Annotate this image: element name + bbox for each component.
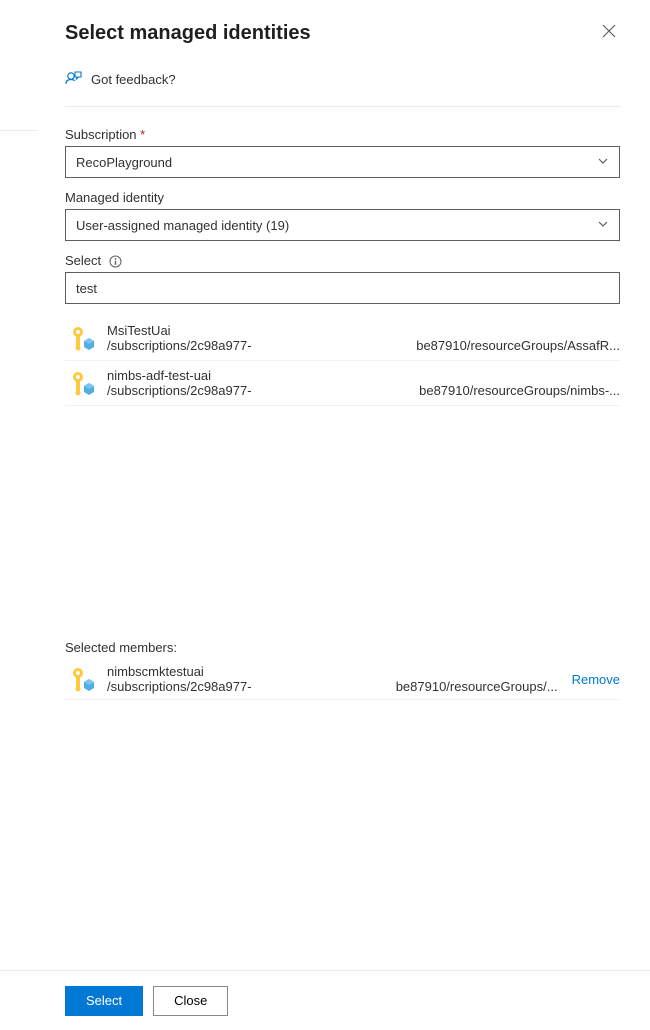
close-button[interactable]	[598, 20, 620, 47]
subscription-value: RecoPlayground	[76, 155, 172, 170]
identity-path-left: /subscriptions/2c98a977-	[107, 338, 252, 353]
managed-identity-icon	[65, 663, 97, 695]
list-item[interactable]: MsiTestUai /subscriptions/2c98a977- be87…	[65, 316, 620, 361]
identity-path-right: be87910/resourceGroups/...	[396, 679, 558, 694]
search-input[interactable]	[65, 272, 620, 304]
identity-path-left: /subscriptions/2c98a977-	[107, 383, 252, 398]
select-button[interactable]: Select	[65, 986, 143, 1016]
feedback-link[interactable]: Got feedback?	[65, 69, 620, 107]
identity-path-left: /subscriptions/2c98a977-	[107, 679, 252, 694]
subscription-label: Subscription *	[65, 127, 620, 142]
selected-item: nimbscmktestuai /subscriptions/2c98a977-…	[65, 659, 620, 700]
chevron-down-icon	[597, 155, 609, 170]
chevron-down-icon	[597, 218, 609, 233]
close-button-footer[interactable]: Close	[153, 986, 228, 1016]
selected-members-heading: Selected members:	[65, 640, 620, 655]
select-label: Select	[65, 253, 620, 268]
list-item[interactable]: nimbs-adf-test-uai /subscriptions/2c98a9…	[65, 361, 620, 406]
managed-identity-dropdown[interactable]: User-assigned managed identity (19)	[65, 209, 620, 241]
managed-identity-label: Managed identity	[65, 190, 620, 205]
footer: Select Close	[0, 970, 650, 1030]
identity-name: nimbscmktestuai	[107, 664, 558, 679]
page-title: Select managed identities	[65, 22, 311, 45]
subscription-dropdown[interactable]: RecoPlayground	[65, 146, 620, 178]
identity-path-right: be87910/resourceGroups/AssafR...	[416, 338, 620, 353]
managed-identity-icon	[65, 367, 97, 399]
feedback-icon	[65, 69, 83, 90]
feedback-label: Got feedback?	[91, 72, 176, 87]
identity-name: MsiTestUai	[107, 323, 620, 338]
required-asterisk: *	[140, 127, 145, 142]
close-icon	[602, 25, 616, 42]
identity-name: nimbs-adf-test-uai	[107, 368, 620, 383]
results-list: MsiTestUai /subscriptions/2c98a977- be87…	[65, 316, 620, 406]
managed-identity-icon	[65, 322, 97, 354]
managed-identity-value: User-assigned managed identity (19)	[76, 218, 289, 233]
remove-link[interactable]: Remove	[572, 672, 620, 687]
info-icon[interactable]	[109, 255, 122, 268]
identity-path-right: be87910/resourceGroups/nimbs-...	[419, 383, 620, 398]
